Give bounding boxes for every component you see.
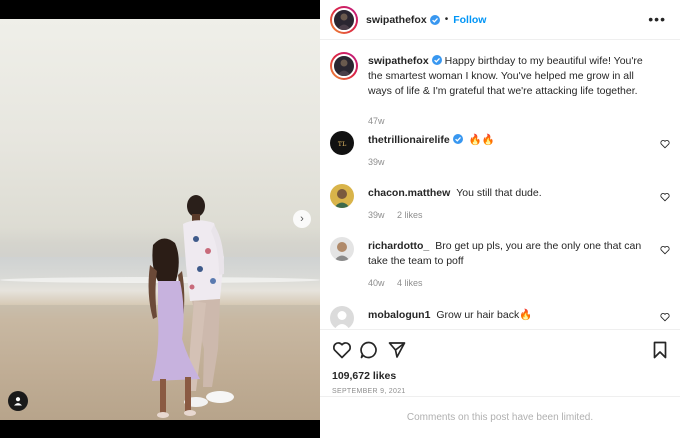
- post-actions: 109,672 likes SEPTEMBER 9, 2021: [320, 329, 680, 395]
- action-icons: [330, 340, 670, 362]
- trillionaire-logo: ᴛʟ: [337, 138, 347, 148]
- author-avatar[interactable]: [330, 5, 358, 34]
- comment-text-block: thetrillionairelife 🔥🔥: [368, 133, 653, 148]
- caption-timestamp[interactable]: 47w: [368, 116, 385, 126]
- comment-row: ᴛʟ thetrillionairelife 🔥🔥 39w: [330, 131, 670, 171]
- heart-icon[interactable]: [660, 312, 670, 322]
- heart-icon[interactable]: [332, 340, 352, 360]
- comment-row: mobalogun1 Grow ur hair back🔥: [330, 306, 670, 328]
- comment-meta: 39w 2 likes: [368, 210, 433, 220]
- separator-dot: •: [444, 14, 449, 25]
- author-username[interactable]: swipathefox: [366, 14, 427, 26]
- heart-icon[interactable]: [660, 139, 670, 149]
- comment-avatar[interactable]: ᴛʟ: [330, 131, 354, 155]
- post-media-pane: ›: [0, 0, 320, 438]
- person-photo-icon: [334, 242, 350, 261]
- comment-timestamp[interactable]: 40w: [368, 278, 385, 288]
- post-side-panel: swipathefox • Follow ••• swipathefox Hap…: [320, 0, 680, 438]
- comment-meta: 39w: [368, 157, 395, 167]
- next-photo-button[interactable]: ›: [293, 210, 311, 228]
- caption-author-username[interactable]: swipathefox: [368, 55, 429, 67]
- comment-row: chacon.matthew You still that dude. 39w …: [330, 184, 670, 224]
- comment-icon[interactable]: [359, 340, 379, 360]
- person-photo-icon: [334, 189, 350, 208]
- comment-avatar[interactable]: [330, 237, 354, 261]
- verified-badge-icon: [431, 55, 442, 65]
- comment-avatar[interactable]: [330, 184, 354, 208]
- comment-text-block: chacon.matthew You still that dude.: [368, 186, 653, 201]
- comment-username[interactable]: richardotto_: [368, 240, 429, 252]
- comment-like-count[interactable]: 2 likes: [397, 210, 423, 220]
- comment-avatar[interactable]: [330, 306, 354, 328]
- comment-text-block: richardotto_ Bro get up pls, you are the…: [368, 239, 653, 269]
- comment-text-block: mobalogun1 Grow ur hair back🔥: [368, 308, 653, 323]
- user-tag-icon: [14, 397, 22, 406]
- caption-author-avatar[interactable]: [330, 52, 358, 80]
- comment-timestamp[interactable]: 39w: [368, 210, 385, 220]
- comment-text: You still that dude.: [456, 187, 542, 199]
- comments-list[interactable]: swipathefox Happy birthday to my beautif…: [320, 41, 680, 328]
- verified-badge-icon: [452, 134, 463, 144]
- caption-meta: 47w: [368, 116, 395, 126]
- chevron-right-icon: ›: [300, 213, 304, 225]
- comment-username[interactable]: chacon.matthew: [368, 187, 450, 199]
- post-header: swipathefox • Follow •••: [320, 0, 680, 40]
- comment-row: richardotto_ Bro get up pls, you are the…: [330, 237, 670, 292]
- heart-icon[interactable]: [660, 245, 670, 255]
- comment-timestamp[interactable]: 39w: [368, 157, 385, 167]
- comments-limited-text: Comments on this post have been limited.: [406, 412, 594, 423]
- comments-limited-notice: Comments on this post have been limited.: [320, 396, 680, 438]
- post-date[interactable]: SEPTEMBER 9, 2021: [332, 388, 406, 395]
- follow-button[interactable]: Follow: [453, 14, 486, 26]
- comment-text: 🔥🔥: [468, 134, 495, 146]
- person-silhouette-icon: [337, 59, 351, 76]
- person-silhouette-icon: [337, 13, 351, 30]
- bookmark-icon[interactable]: [650, 340, 670, 360]
- comment-username[interactable]: mobalogun1: [368, 309, 430, 321]
- caption-row: swipathefox Happy birthday to my beautif…: [330, 52, 670, 127]
- more-options-icon[interactable]: •••: [648, 12, 666, 26]
- like-count[interactable]: 109,672 likes: [332, 370, 396, 382]
- comment-meta: 40w 4 likes: [368, 278, 433, 288]
- caption-text-block: swipathefox Happy birthday to my beautif…: [368, 54, 653, 99]
- verified-badge-icon: [429, 14, 440, 25]
- paper-plane-icon[interactable]: [387, 340, 407, 360]
- heart-icon[interactable]: [660, 192, 670, 202]
- post-photo[interactable]: [0, 19, 320, 420]
- couple-figures: [148, 195, 234, 418]
- comment-username[interactable]: thetrillionairelife: [368, 134, 450, 146]
- comment-text: Grow ur hair back🔥: [436, 309, 533, 321]
- tagged-users-button[interactable]: [8, 391, 28, 411]
- comment-like-count[interactable]: 4 likes: [397, 278, 423, 288]
- default-avatar-icon: [335, 311, 349, 328]
